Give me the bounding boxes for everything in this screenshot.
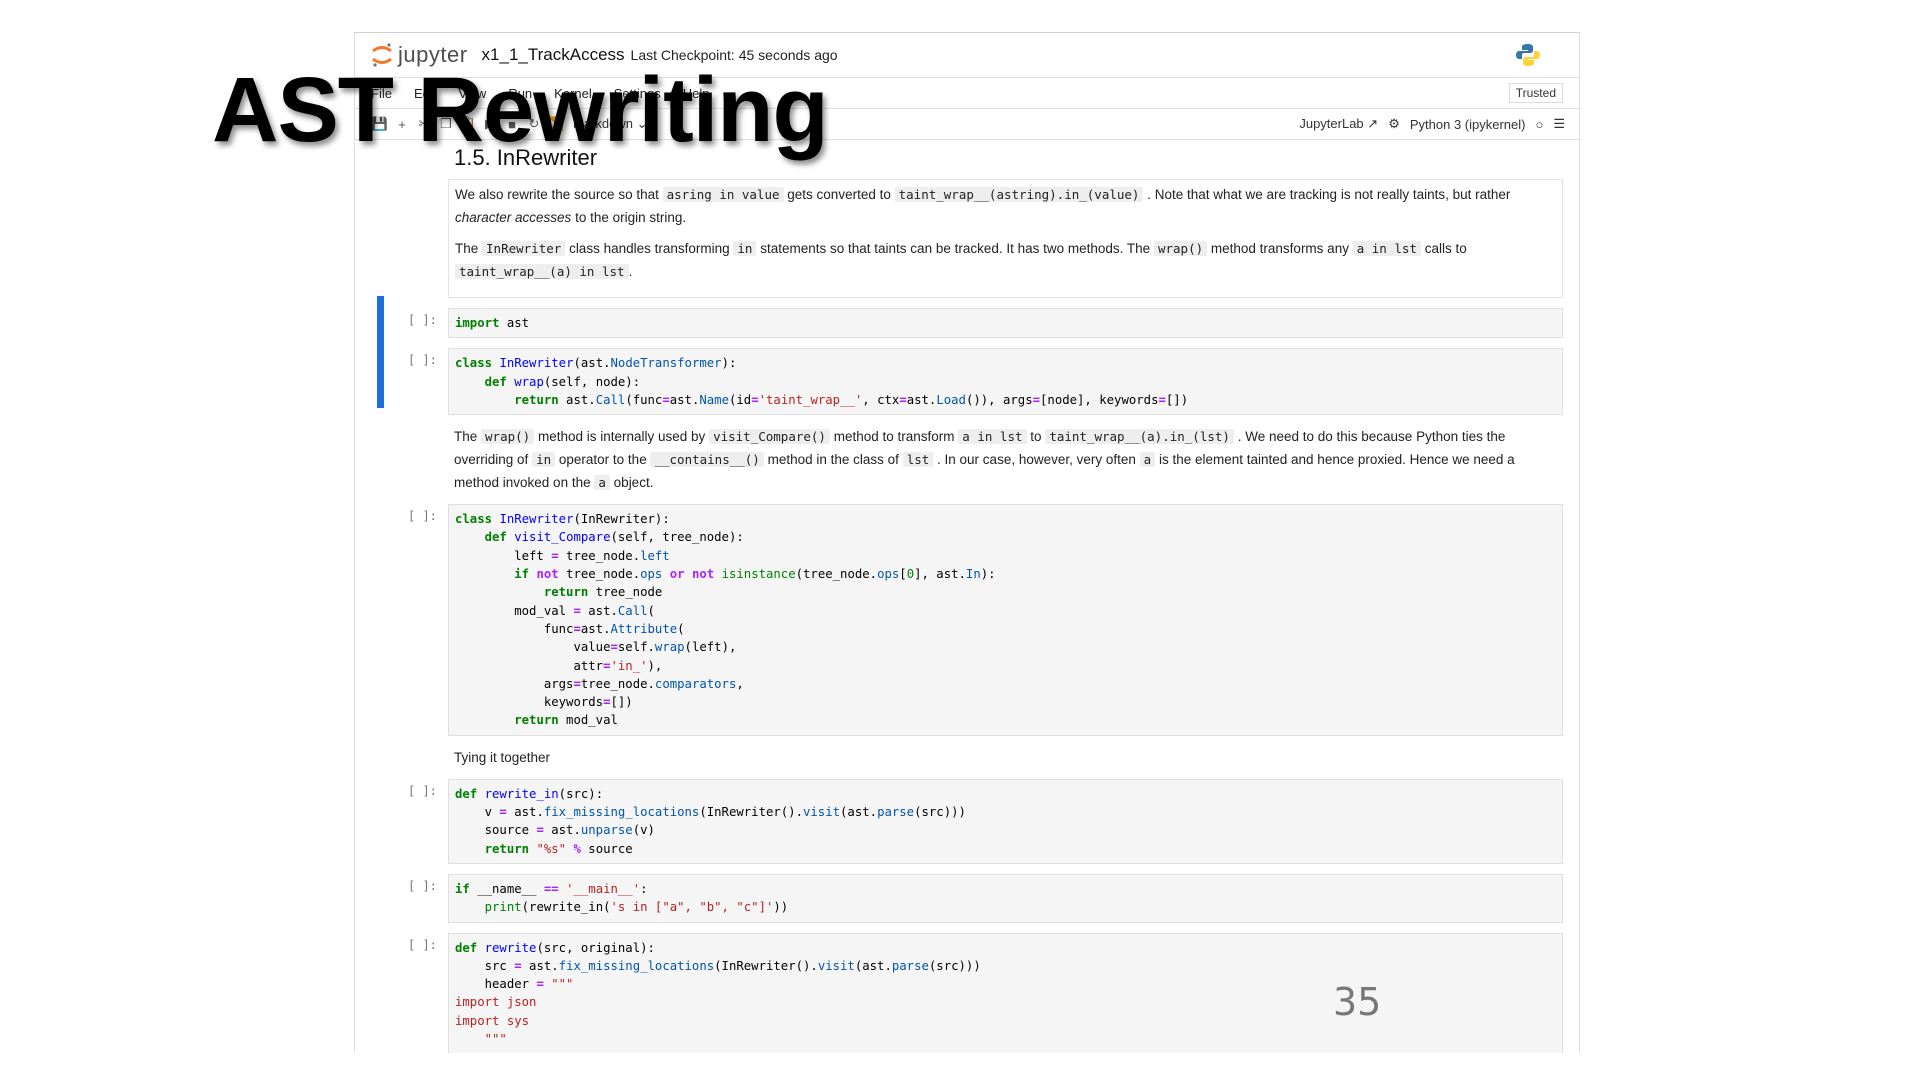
inline-code: taint_wrap__(astring).in_(value) — [894, 187, 1144, 202]
text: class handles transforming — [569, 241, 730, 256]
text: to the origin string. — [575, 210, 687, 225]
slide-page-number: 35 — [1333, 980, 1382, 1024]
markdown-rendered: Tying it together — [448, 746, 1563, 769]
intro-paragraph-2: The InRewriter class handles transformin… — [455, 237, 1556, 283]
text: . — [628, 264, 633, 279]
inline-code: wrap() — [1153, 241, 1208, 256]
code-cell-rewrite-in[interactable]: [ ]: def rewrite_in(src): v = ast.fix_mi… — [408, 778, 1563, 864]
markdown-cell-explanation[interactable]: The wrap() method is internally used by … — [448, 425, 1563, 494]
text: The — [455, 241, 479, 256]
menu-hamburger-icon[interactable]: ☰ — [1553, 116, 1565, 132]
python-logo-icon — [1516, 44, 1540, 66]
trusted-badge[interactable]: Trusted — [1508, 83, 1563, 103]
text: object. — [613, 475, 654, 491]
inline-code: in — [532, 452, 556, 468]
inline-code: a — [594, 475, 610, 491]
inline-code: a in lst — [958, 429, 1027, 445]
inline-code: a — [1139, 452, 1156, 468]
notebook-content: 1.5. InRewriter We also rewrite the sour… — [355, 140, 1579, 1053]
code-cell-main[interactable]: [ ]: if __name__ == '__main__': print(re… — [408, 873, 1563, 923]
text: . In our case, however, very often — [937, 452, 1136, 468]
text: to — [1030, 429, 1042, 445]
inline-code: a in lst — [1352, 241, 1421, 256]
text: method in the class of — [767, 452, 899, 468]
code-editor[interactable]: def rewrite(src, original): src = ast.fi… — [448, 932, 1563, 1053]
external-link-icon: ↗ — [1367, 116, 1379, 131]
text: statements so that taints can be tracked… — [760, 241, 1151, 256]
code-editor[interactable]: class InRewriter(InRewriter): def visit_… — [448, 504, 1563, 736]
inline-code: taint_wrap__(a).in_(lst) — [1045, 429, 1234, 445]
markdown-rendered: The wrap() method is internally used by … — [448, 425, 1563, 494]
inline-code: asring in value — [662, 187, 784, 202]
text: method transforms any — [1210, 241, 1349, 256]
tying-text: Tying it together — [454, 749, 551, 765]
text: . Note that what we are tracking is not … — [1147, 187, 1511, 202]
text: method to transform — [833, 429, 955, 445]
kernel-status-icon: ○ — [1535, 116, 1544, 132]
slide-title: AST Rewriting — [212, 59, 829, 161]
text: calls to — [1424, 241, 1467, 256]
cell-prompt: [ ]: — [408, 509, 437, 524]
code-editor[interactable]: if __name__ == '__main__': print(rewrite… — [448, 873, 1563, 923]
text: We also rewrite the source so that — [455, 187, 659, 202]
code-cell-visit-compare[interactable]: [ ]: class InRewriter(InRewriter): def v… — [408, 504, 1563, 736]
code-cell-inrewriter-wrap[interactable]: [ ]: class InRewriter(ast.NodeTransforme… — [408, 348, 1563, 416]
inline-code: InRewriter — [482, 241, 566, 256]
markdown-rendered: We also rewrite the source so that asrin… — [448, 179, 1563, 298]
code-cell-import[interactable]: [ ]: import ast — [408, 308, 1563, 339]
cell-prompt: [ ]: — [408, 313, 437, 327]
kernel-name[interactable]: Python 3 (ipykernel) — [1410, 117, 1526, 132]
cell-prompt: [ ]: — [408, 937, 437, 952]
toolbar-right: JupyterLab ↗ ⚙ Python 3 (ipykernel) ○ ☰ — [1299, 116, 1565, 132]
code-editor[interactable]: class InRewriter(ast.NodeTransformer): d… — [448, 348, 1563, 416]
inline-code: wrap() — [481, 429, 535, 445]
text: operator to the — [558, 452, 647, 468]
markdown-cell-intro[interactable]: We also rewrite the source so that asrin… — [448, 179, 1563, 298]
markdown-cell-tying[interactable]: Tying it together — [448, 746, 1563, 769]
inline-code: taint_wrap__(a) in lst — [455, 264, 629, 279]
code-cell-rewrite[interactable]: [ ]: def rewrite(src, original): src = a… — [408, 932, 1563, 1053]
intro-paragraph-1: We also rewrite the source so that asrin… — [455, 183, 1556, 229]
code-editor[interactable]: import ast — [448, 308, 1563, 339]
inline-code: visit_Compare() — [709, 429, 830, 445]
inline-code: lst — [902, 452, 934, 468]
jupyter-notebook-window: jupyter x1_1_TrackAccess Last Checkpoint… — [354, 32, 1580, 1053]
code-editor[interactable]: def rewrite_in(src): v = ast.fix_missing… — [448, 778, 1563, 864]
jupyterlab-link[interactable]: JupyterLab ↗ — [1299, 116, 1378, 132]
cell-prompt: [ ]: — [408, 783, 437, 798]
text: The — [454, 429, 478, 445]
text: method is internally used by — [537, 429, 706, 445]
emphasis-text: character accesses — [455, 210, 572, 225]
text: gets converted to — [787, 187, 891, 202]
inline-code: __contains__() — [650, 452, 764, 468]
explanation-paragraph: The wrap() method is internally used by … — [454, 425, 1557, 494]
cell-selection-indicator — [377, 296, 384, 408]
jupyterlab-link-label: JupyterLab — [1299, 116, 1364, 131]
cell-prompt: [ ]: — [408, 353, 437, 368]
debugger-icon[interactable]: ⚙ — [1388, 116, 1400, 132]
cell-prompt: [ ]: — [408, 878, 437, 893]
inline-code: in — [733, 241, 757, 256]
